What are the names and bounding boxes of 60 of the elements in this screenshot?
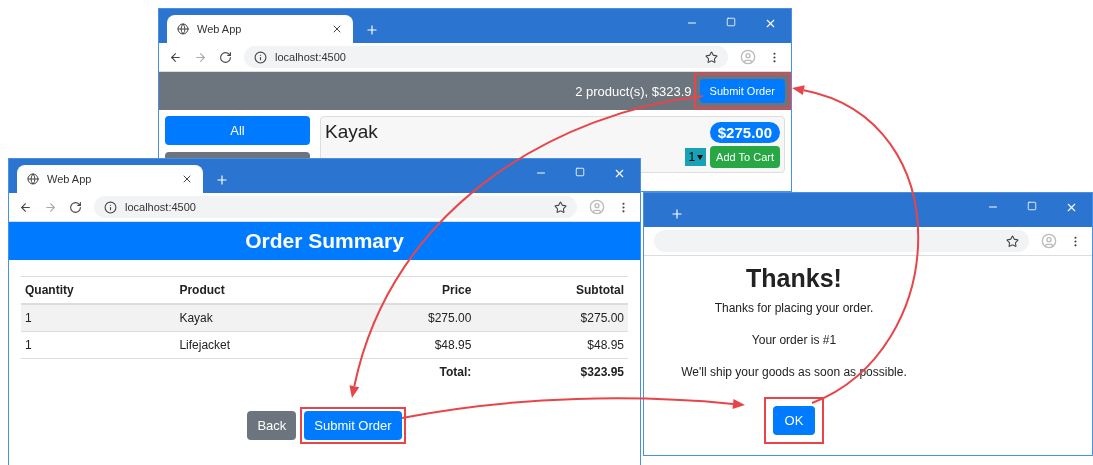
table-cell: 1 — [21, 331, 176, 359]
submit-order-button[interactable]: Submit Order — [304, 411, 402, 440]
globe-icon — [27, 173, 39, 185]
new-tab-icon[interactable] — [365, 23, 379, 37]
maximize-icon[interactable] — [575, 167, 585, 177]
tab-title: Web App — [197, 23, 243, 35]
page-heading: Order Summary — [9, 222, 640, 260]
star-icon[interactable] — [554, 200, 567, 214]
info-icon — [104, 200, 117, 214]
message-text: Thanks for placing your order. — [714, 301, 874, 315]
reload-icon[interactable] — [69, 200, 82, 214]
profile-icon[interactable] — [1041, 233, 1057, 249]
table-cell: $275.00 — [335, 304, 476, 332]
message-text: Your order is #1 — [751, 333, 837, 347]
new-tab-icon[interactable] — [670, 207, 684, 221]
forward-icon[interactable] — [194, 50, 207, 64]
globe-icon — [177, 23, 189, 35]
forward-icon[interactable] — [44, 200, 57, 214]
profile-icon[interactable] — [740, 49, 756, 65]
category-button[interactable]: All — [165, 116, 310, 145]
star-icon[interactable] — [1006, 234, 1019, 248]
browser-tab[interactable]: Web App — [17, 165, 203, 193]
info-icon — [254, 50, 267, 64]
table-cell: $48.95 — [335, 331, 476, 359]
quantity-select[interactable]: 1 — [685, 148, 707, 166]
caret-icon — [697, 154, 704, 160]
back-button[interactable]: Back — [247, 411, 297, 440]
close-icon[interactable] — [764, 17, 777, 30]
submit-order-button[interactable]: Submit Order — [699, 79, 785, 103]
address-field[interactable] — [654, 230, 1029, 252]
table-cell: Lifejacket — [175, 331, 336, 359]
back-icon[interactable] — [19, 200, 32, 214]
thanks-heading: Thanks! — [746, 264, 842, 293]
star-icon[interactable] — [705, 50, 718, 64]
cart-summary: 2 product(s), $323.9 — [575, 83, 692, 99]
profile-icon[interactable] — [589, 199, 605, 215]
total-label: Total: — [335, 358, 476, 385]
tab-title: Web App — [47, 173, 93, 185]
table-cell: 1 — [21, 304, 176, 332]
ok-button[interactable]: OK — [772, 406, 816, 435]
reload-icon[interactable] — [219, 50, 232, 64]
message-text: We'll ship your goods as soon as possible. — [681, 365, 907, 379]
table-cell: Kayak — [175, 304, 336, 332]
maximize-icon[interactable] — [726, 17, 736, 27]
address-field[interactable]: localhost:4500 — [244, 46, 728, 68]
browser-tab[interactable]: Web App — [167, 15, 353, 43]
close-icon[interactable] — [1065, 201, 1078, 214]
new-tab-icon[interactable] — [215, 173, 229, 187]
close-tab-icon[interactable] — [181, 173, 193, 185]
back-icon[interactable] — [169, 50, 182, 64]
maximize-icon[interactable] — [1027, 201, 1037, 211]
address-field[interactable]: localhost:4500 — [94, 196, 577, 218]
product-name: Kayak — [325, 121, 378, 143]
table-cell: $275.00 — [475, 304, 628, 332]
close-icon[interactable] — [613, 167, 626, 180]
close-tab-icon[interactable] — [331, 23, 343, 35]
table-cell: $48.95 — [475, 331, 628, 359]
total-value: $323.95 — [475, 358, 628, 385]
add-to-cart-button[interactable]: Add To Cart — [710, 146, 780, 168]
price-badge: $275.00 — [709, 121, 780, 143]
